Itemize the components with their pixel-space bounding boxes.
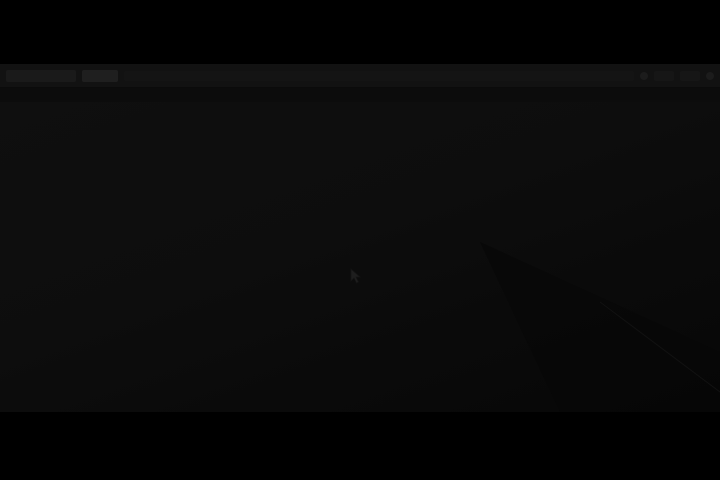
sub-toolbar: [0, 88, 720, 103]
toolbar: [0, 64, 720, 88]
screen: [0, 0, 720, 480]
letterbox-bottom: [0, 412, 720, 480]
toolbar-tab[interactable]: [82, 69, 118, 82]
app-window: [0, 64, 720, 412]
circle-icon[interactable]: [706, 71, 714, 80]
letterbox-top: [0, 0, 720, 64]
circle-icon[interactable]: [640, 71, 648, 80]
content-shading: [480, 242, 720, 412]
toolbar-menu-item[interactable]: [6, 69, 76, 82]
mouse-pointer-icon: [350, 268, 362, 284]
toolbar-button[interactable]: [680, 70, 700, 81]
content-area[interactable]: [0, 102, 720, 412]
toolbar-address-bar[interactable]: [124, 70, 634, 81]
toolbar-button[interactable]: [654, 70, 674, 81]
